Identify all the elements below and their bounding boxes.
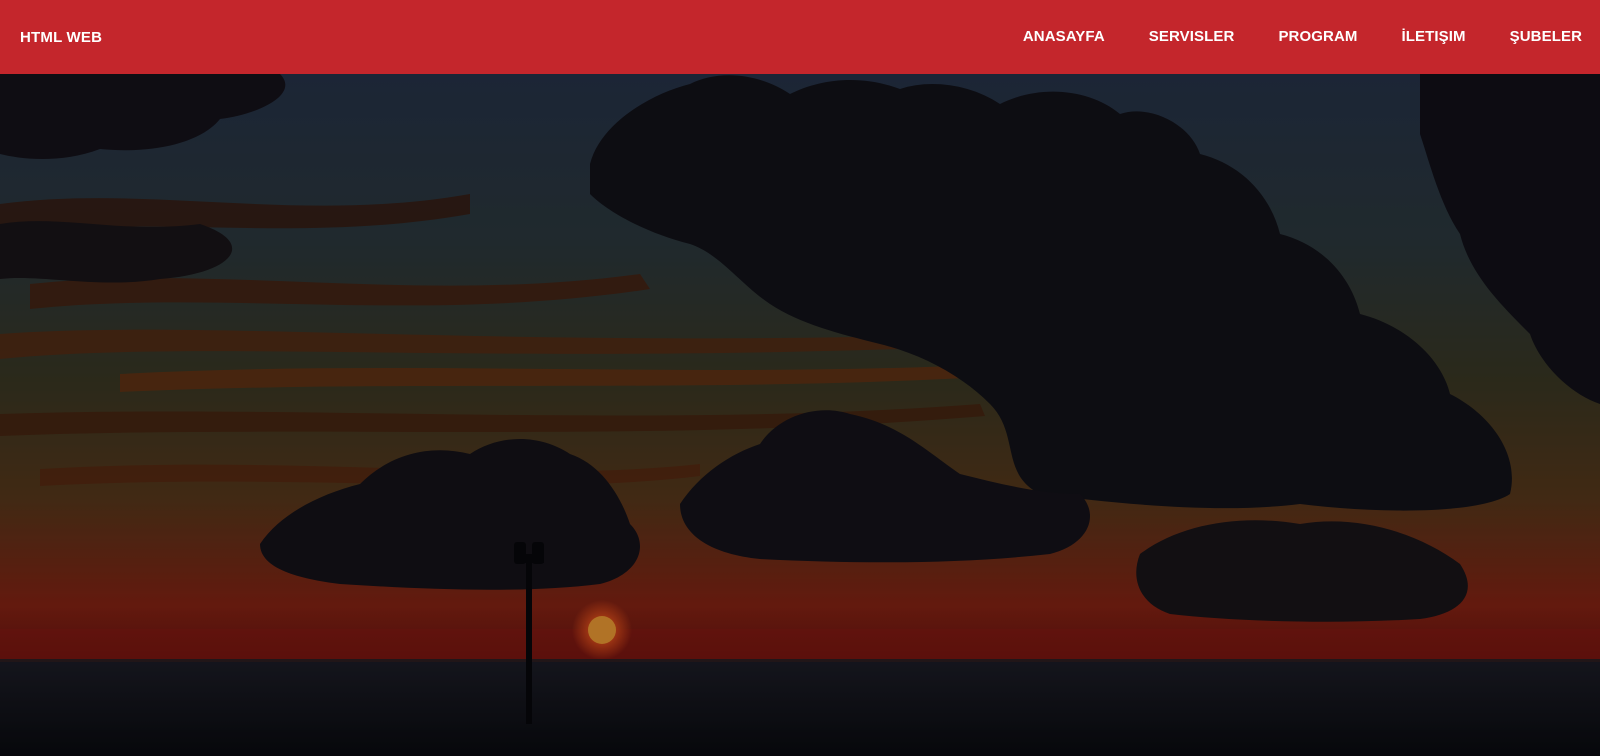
nav-link-iletisim[interactable]: İLETIŞIM [1401,28,1465,45]
nav-item-program: PROGRAM [1278,28,1357,46]
nav-link-program[interactable]: PROGRAM [1278,28,1357,45]
nav-link-subeler[interactable]: ŞUBELER [1510,28,1582,45]
site-header: HTML WEB ANASAYFA SERVISLER PROGRAM İLET… [0,0,1600,74]
hero-background-image [0,74,1600,756]
hero-banner [0,74,1600,756]
nav-item-anasayfa: ANASAYFA [1023,28,1105,46]
brand-logo-link[interactable]: HTML WEB [20,29,102,46]
nav-item-iletisim: İLETIŞIM [1401,28,1465,46]
nav-item-servisler: SERVISLER [1149,28,1235,46]
page: HTML WEB ANASAYFA SERVISLER PROGRAM İLET… [0,0,1600,756]
nav-item-subeler: ŞUBELER [1510,28,1582,46]
nav-link-anasayfa[interactable]: ANASAYFA [1023,28,1105,45]
main-nav: ANASAYFA SERVISLER PROGRAM İLETIŞIM ŞUBE… [979,28,1582,46]
nav-link-servisler[interactable]: SERVISLER [1149,28,1235,45]
